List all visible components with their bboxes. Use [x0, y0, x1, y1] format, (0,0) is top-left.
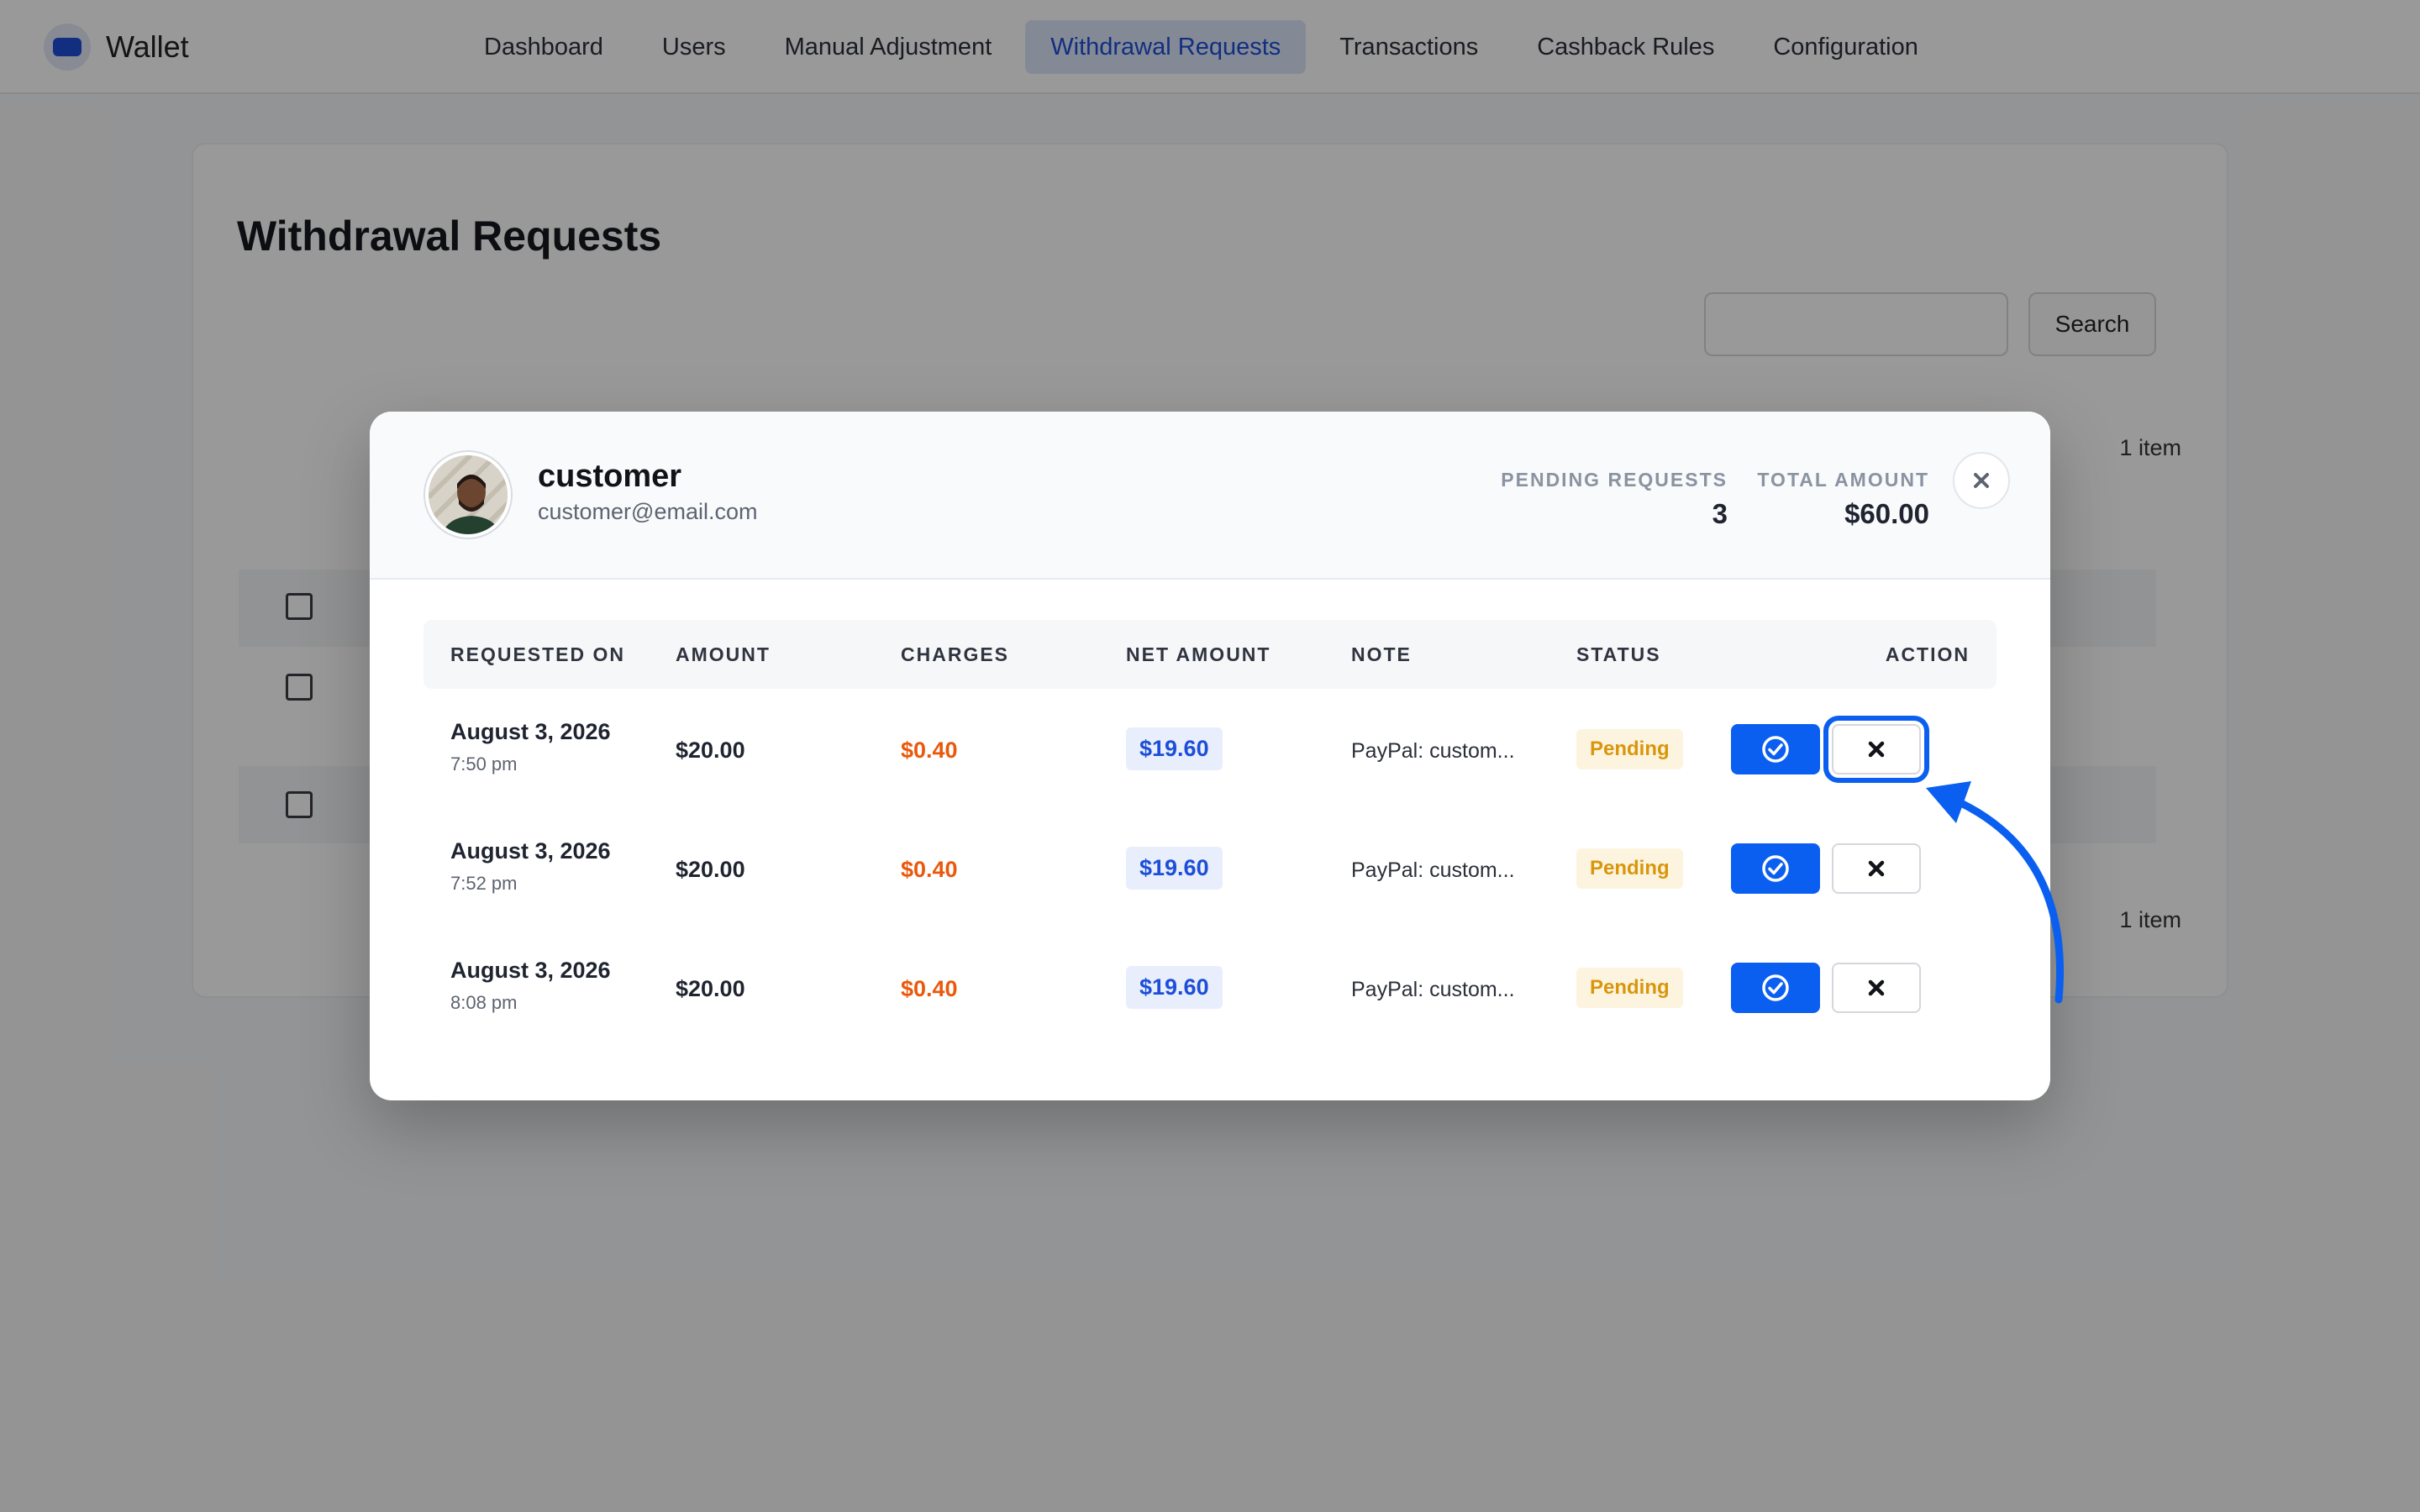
col-charges: CHARGES [901, 643, 1010, 665]
net-amount-badge: $19.60 [1126, 847, 1223, 890]
check-circle-icon [1762, 736, 1789, 763]
pending-requests-stat: PENDING REQUESTS 3 [1501, 469, 1728, 530]
x-icon [1868, 741, 1885, 758]
status-badge: Pending [1576, 968, 1683, 1008]
request-date: August 3, 2026 [450, 958, 611, 983]
note-cell: PayPal: custom... [1351, 739, 1515, 763]
check-circle-icon [1762, 974, 1789, 1001]
col-requested-on: REQUESTED ON [450, 643, 626, 665]
note-cell: PayPal: custom... [1351, 858, 1515, 882]
requested-on-cell: August 3, 2026 7:52 pm [450, 838, 611, 895]
requested-on-cell: August 3, 2026 8:08 pm [450, 958, 611, 1014]
total-amount-value: $60.00 [1844, 498, 1929, 529]
pending-requests-value: 3 [1712, 498, 1728, 529]
col-amount: AMOUNT [676, 643, 771, 665]
note-cell: PayPal: custom... [1351, 978, 1515, 1001]
col-status: STATUS [1576, 643, 1661, 665]
status-cell: Pending [1576, 729, 1683, 769]
close-icon [1974, 473, 1989, 488]
table-row: August 3, 2026 7:52 pm $20.00 $0.40 $19.… [424, 810, 1996, 929]
annotation-arrow-icon [1926, 781, 2065, 1004]
net-amount-cell: $19.60 [1126, 847, 1223, 890]
status-cell: Pending [1576, 848, 1683, 889]
col-note: NOTE [1351, 643, 1412, 665]
modal-close-button[interactable] [1953, 452, 2010, 509]
col-net-amount: NET AMOUNT [1126, 643, 1271, 665]
net-amount-cell: $19.60 [1126, 727, 1223, 770]
total-amount-label: TOTAL AMOUNT [1757, 469, 1929, 491]
user-name: customer [538, 459, 682, 494]
avatar [425, 452, 511, 538]
col-action: ACTION [1885, 643, 1970, 665]
charges-cell: $0.40 [901, 857, 958, 882]
modal-header: customer customer@email.com PENDING REQU… [370, 412, 2050, 580]
withdrawal-requests-modal: customer customer@email.com PENDING REQU… [370, 412, 2050, 1100]
reject-button[interactable] [1832, 724, 1921, 774]
table-row: August 3, 2026 8:08 pm $20.00 $0.40 $19.… [424, 929, 1996, 1048]
check-circle-icon [1762, 855, 1789, 882]
x-icon [1868, 979, 1885, 996]
x-icon [1868, 860, 1885, 877]
total-amount-stat: TOTAL AMOUNT $60.00 [1757, 469, 1929, 530]
request-date: August 3, 2026 [450, 719, 611, 744]
user-email: customer@email.com [538, 499, 758, 524]
approve-button[interactable] [1731, 724, 1820, 774]
approve-button[interactable] [1731, 843, 1820, 894]
requested-on-cell: August 3, 2026 7:50 pm [450, 719, 611, 775]
net-amount-badge: $19.60 [1126, 966, 1223, 1009]
status-badge: Pending [1576, 729, 1683, 769]
requests-table-header: REQUESTED ON AMOUNT CHARGES NET AMOUNT N… [424, 620, 1996, 689]
amount-cell: $20.00 [676, 738, 745, 763]
status-cell: Pending [1576, 968, 1683, 1008]
net-amount-badge: $19.60 [1126, 727, 1223, 770]
pending-requests-label: PENDING REQUESTS [1501, 469, 1728, 491]
net-amount-cell: $19.60 [1126, 966, 1223, 1009]
request-time: 7:50 pm [450, 753, 518, 774]
table-row: August 3, 2026 7:50 pm $20.00 $0.40 $19.… [424, 690, 1996, 810]
amount-cell: $20.00 [676, 857, 745, 882]
status-badge: Pending [1576, 848, 1683, 889]
request-date: August 3, 2026 [450, 838, 611, 864]
request-time: 7:52 pm [450, 873, 518, 894]
charges-cell: $0.40 [901, 738, 958, 763]
amount-cell: $20.00 [676, 976, 745, 1001]
request-time: 8:08 pm [450, 992, 518, 1013]
approve-button[interactable] [1731, 963, 1820, 1013]
charges-cell: $0.40 [901, 976, 958, 1001]
